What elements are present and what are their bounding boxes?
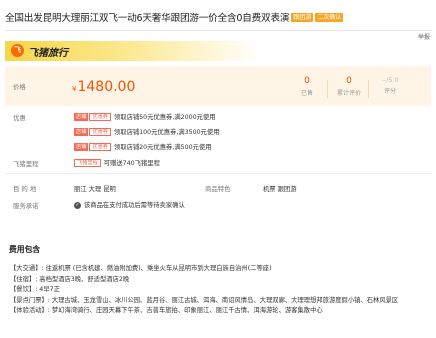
feature-label: 商品特色	[205, 185, 231, 193]
divider	[5, 30, 431, 31]
mileage-row: 飞猪里程 可赠送740飞猪里程	[74, 158, 160, 167]
coupon-tag: 优惠券	[89, 127, 111, 136]
price-label: 价格	[13, 83, 26, 91]
mileage-tag: 飞猪里程	[74, 158, 101, 167]
price-value: ¥1480.00	[72, 79, 135, 95]
divider	[5, 173, 431, 174]
fee-content: 【大交通】: 往返机票 (已含机建、燃油附加费)、乘坐火车从昆明市到大理白族自治…	[10, 264, 426, 317]
fee-line: 【体验活动】: 梦幻海湾骑行、庄园天幕下午茶、吉普车旅拍、印象丽江、丽江千古情、…	[10, 307, 323, 315]
stat-rating: --/5.0 评分	[370, 76, 410, 95]
tag-group-tour: 跟团游	[291, 12, 314, 22]
promo-text: 领取店铺20元优惠券,满500元使用	[113, 144, 212, 151]
brand-bar	[5, 41, 431, 61]
promotions-label: 优惠	[13, 114, 26, 122]
stat-divider	[327, 80, 328, 98]
service-promise: ✓ 该商品在支付成功后需等待卖家确认	[74, 200, 185, 209]
destinations: 丽江 大理 昆明	[74, 186, 116, 193]
stat-divider	[368, 80, 369, 98]
fee-heading: 费用包含	[9, 245, 41, 254]
tag-confirm: 二次确认	[315, 12, 344, 22]
coupon-tag: 优惠券	[89, 112, 111, 121]
rating-value: --/5.0	[381, 76, 399, 84]
currency-symbol: ¥	[72, 85, 77, 93]
fee-line: 【大交通】: 往返机票 (已含机建、燃油附加费)、乘坐火车从昆明市到大理白族自治…	[10, 265, 272, 272]
stat-reviews[interactable]: 0 累计评价	[329, 76, 369, 97]
promo-item[interactable]: 店铺 优惠券 领取店铺50元优惠券,满2000元使用	[74, 112, 216, 121]
fee-line: 【住宿】: 高档型酒店3晚、舒适型酒店2晚	[10, 275, 130, 283]
review-label: 累计评价	[336, 90, 361, 97]
review-count: 0	[346, 76, 352, 86]
features: 机票 跟团游	[263, 186, 297, 193]
service-text: 该商品在支付成功后需等待卖家确认	[84, 202, 185, 209]
promo-text: 领取店铺50元优惠券,满2000元使用	[113, 114, 216, 121]
destination-label: 目 的 地	[13, 185, 37, 193]
price-amount: 1480.00	[77, 79, 136, 95]
check-icon: ✓	[74, 201, 81, 209]
fliggy-logo-icon: 飞	[11, 44, 24, 57]
shop-tag: 店铺	[74, 142, 89, 151]
product-title: 全国出发昆明大理丽江双飞一动6天奢华跟团游一价全含0自费双表演	[5, 13, 290, 24]
fee-line: 【景点门票】: 大理古城、玉龙雪山、冰川公园、蓝月谷、丽江古城、洱海、南诏风情岛…	[10, 296, 399, 304]
mileage-text: 可赠送740飞猪里程	[103, 160, 160, 167]
shop-tag: 店铺	[74, 112, 89, 121]
shop-tag: 店铺	[74, 127, 89, 136]
sold-label: 已售	[300, 90, 313, 97]
promo-text: 领取店铺100元优惠券,满3500元使用	[113, 129, 220, 136]
coupon-tag: 优惠券	[89, 142, 111, 151]
promo-item[interactable]: 店铺 优惠券 领取店铺20元优惠券,满500元使用	[74, 142, 212, 151]
stat-sold: 0 已售	[287, 76, 327, 97]
fee-line: 【餐饮】: 4早7正	[10, 286, 60, 294]
brand-name: 飞猪旅行	[28, 48, 68, 59]
promo-item[interactable]: 店铺 优惠券 领取店铺100元优惠券,满3500元使用	[74, 127, 220, 136]
mileage-label: 飞猪里程	[13, 160, 39, 168]
report-link[interactable]: 举报	[418, 32, 430, 41]
rating-label: 评分	[383, 88, 396, 95]
product-title-row: 全国出发昆明大理丽江双飞一动6天奢华跟团游一价全含0自费双表演 跟团游 二次确认	[5, 9, 433, 25]
sold-count: 0	[304, 76, 310, 86]
service-label: 服务承诺	[13, 202, 39, 210]
